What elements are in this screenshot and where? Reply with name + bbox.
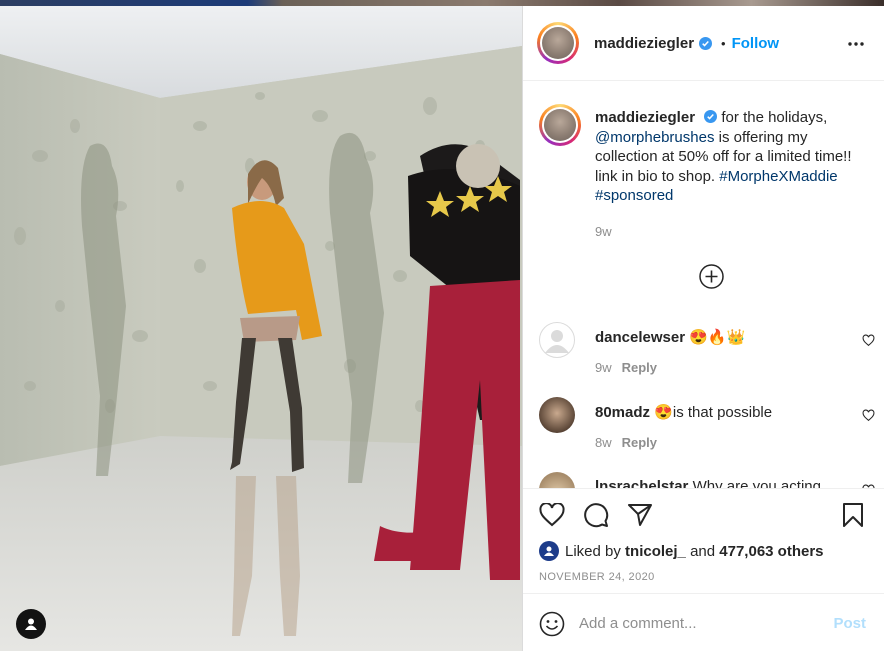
post-header: maddieziegler • Follow — [523, 6, 884, 81]
caption-hashtag-2[interactable]: #sponsored — [595, 187, 673, 204]
comment-time[interactable]: 8w — [595, 435, 612, 450]
more-icon[interactable] — [848, 42, 864, 46]
emoji-smiley-icon[interactable] — [539, 611, 565, 637]
caption-mention[interactable]: @morphebrushes — [595, 129, 714, 146]
commenter-avatar[interactable] — [539, 397, 575, 433]
follow-separator: • — [721, 35, 726, 51]
load-more-comments-icon[interactable] — [699, 264, 724, 289]
save-bookmark-icon[interactable] — [842, 502, 864, 528]
tagged-users-icon[interactable] — [16, 609, 46, 639]
caption-avatar[interactable] — [539, 104, 581, 146]
author-username[interactable]: maddieziegler — [594, 35, 694, 52]
commenter-username[interactable]: lnsrachelstar — [595, 478, 688, 488]
post-date[interactable]: NOVEMBER 24, 2020 — [539, 571, 655, 583]
verified-badge-icon — [699, 36, 713, 50]
comment-item: lnsrachelstar Why are you acting — [539, 472, 875, 488]
liked-by-prefix: Liked by — [565, 542, 621, 560]
likes-count[interactable]: 477,063 others — [719, 543, 823, 560]
reply-button[interactable]: Reply — [622, 435, 657, 450]
post-caption: maddieziegler for the holidays, @morpheb… — [539, 104, 869, 241]
comment-item: dancelewser 😍🔥👑 9w Reply — [539, 322, 875, 375]
comment-text: 😍🔥👑 — [689, 329, 746, 346]
verified-badge-icon — [704, 110, 718, 123]
share-icon[interactable] — [627, 503, 653, 527]
and-label: and — [690, 542, 716, 560]
caption-username[interactable]: maddieziegler — [595, 109, 695, 126]
comment-bubble-icon[interactable] — [583, 502, 609, 528]
post-actions: Liked by tnicolej_ and 477,063 others NO… — [523, 488, 884, 652]
liked-by-user[interactable]: tnicolej_ — [625, 543, 686, 560]
likes-summary: Liked by tnicolej_ and 477,063 others — [539, 541, 824, 561]
reply-button[interactable]: Reply — [622, 360, 657, 375]
post-image[interactable] — [0, 6, 522, 651]
caption-timestamp[interactable]: 9w — [595, 222, 865, 242]
commenter-avatar[interactable] — [539, 472, 575, 488]
caption-hashtag-1[interactable]: #MorpheXMaddie — [719, 168, 837, 185]
commenter-avatar[interactable] — [539, 322, 575, 358]
commenter-username[interactable]: 80madz — [595, 404, 650, 421]
post-side-panel: maddieziegler • Follow maddieziegler for… — [522, 6, 884, 651]
like-comment-heart-icon[interactable] — [862, 409, 875, 422]
like-heart-icon[interactable] — [539, 503, 565, 527]
comment-time[interactable]: 9w — [595, 360, 612, 375]
liker-avatar[interactable] — [539, 541, 559, 561]
author-avatar[interactable] — [537, 22, 579, 64]
add-comment-bar: Add a comment... Post — [523, 593, 884, 653]
comment-input[interactable]: Add a comment... — [579, 615, 833, 632]
post-comment-button[interactable]: Post — [833, 615, 866, 632]
comment-text: 😍is that possible — [654, 404, 773, 421]
caption-text-1: for the holidays, — [721, 109, 828, 126]
like-comment-heart-icon[interactable] — [862, 334, 875, 347]
follow-button[interactable]: Follow — [732, 35, 780, 52]
comment-item: 80madz 😍is that possible 8w Reply — [539, 397, 875, 450]
comment-text: Why are you acting — [692, 478, 821, 488]
commenter-username[interactable]: dancelewser — [595, 329, 685, 346]
